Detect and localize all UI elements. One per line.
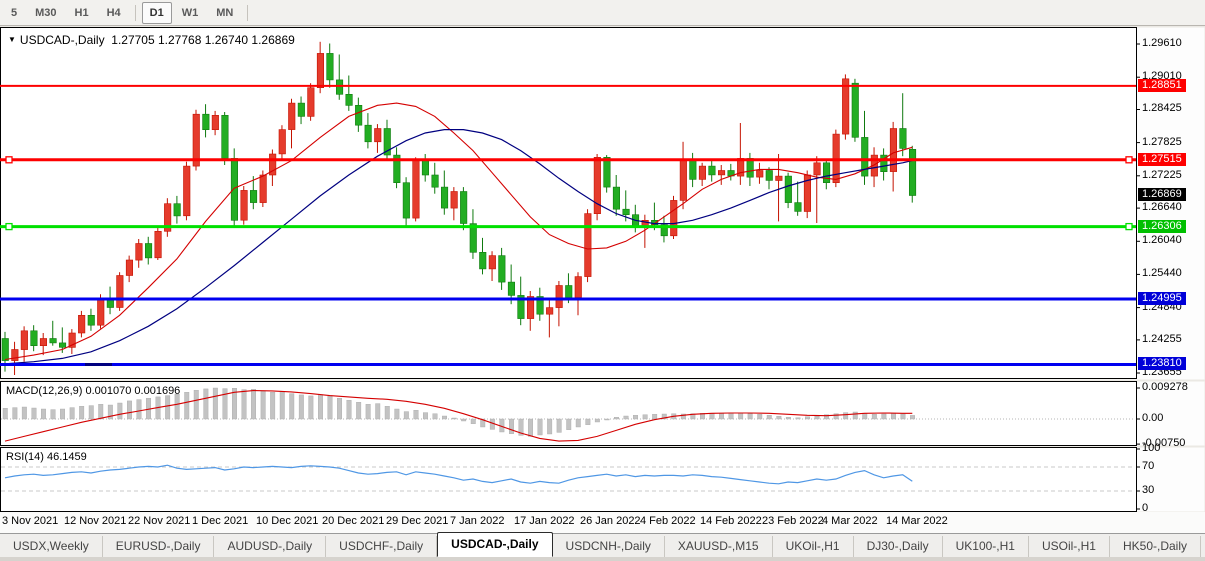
x-axis-label: 17 Jan 2022 bbox=[514, 515, 575, 527]
chart-title: ▼ USDCAD-,Daily 1.27705 1.27768 1.26740 1… bbox=[8, 33, 295, 47]
price-line-badge: 1.24995 bbox=[1138, 292, 1186, 305]
tab-usdcad-daily[interactable]: USDCAD-,Daily bbox=[437, 532, 552, 557]
panel-borders bbox=[1, 28, 1137, 512]
x-axis-label: 23 Feb 2022 bbox=[762, 515, 824, 527]
tab-usdx-weekly[interactable]: USDX,Weekly bbox=[0, 536, 103, 557]
price-line-badge: 1.26306 bbox=[1138, 220, 1186, 233]
x-axis-label: 1 Dec 2021 bbox=[192, 515, 248, 527]
price-tick-label: 1.25440 bbox=[1142, 267, 1182, 279]
x-axis-label: 4 Feb 2022 bbox=[640, 515, 696, 527]
price-tick-label: 1.26040 bbox=[1142, 234, 1182, 246]
tab-ukoil-h1[interactable]: UKOil-,H1 bbox=[773, 536, 854, 557]
x-axis-label: 14 Mar 2022 bbox=[886, 515, 948, 527]
macd-indicator-label: MACD(12,26,9) 0.001070 0.001696 bbox=[6, 385, 180, 397]
tab-usdcnh-daily[interactable]: USDCNH-,Daily bbox=[553, 536, 665, 557]
current-price-badge: 1.26869 bbox=[1138, 188, 1186, 201]
tab-eurusd-daily[interactable]: EURUSD-,Daily bbox=[103, 536, 215, 557]
tab-scroll-controls: ◂▸ bbox=[1201, 534, 1205, 557]
tab-usoil-h1[interactable]: USOil-,H1 bbox=[1029, 536, 1110, 557]
rsi-tick-label: 70 bbox=[1142, 460, 1154, 472]
tab-audusd-daily[interactable]: AUDUSD-,Daily bbox=[214, 536, 326, 557]
price-tick-label: 1.27825 bbox=[1142, 136, 1182, 148]
x-axis-label: 22 Nov 2021 bbox=[128, 515, 190, 527]
rsi-tick-label: 30 bbox=[1142, 484, 1154, 496]
x-axis-label: 3 Nov 2021 bbox=[2, 515, 58, 527]
chart-canvas[interactable] bbox=[0, 0, 1205, 561]
x-axis-label: 10 Dec 2021 bbox=[256, 515, 318, 527]
rsi-indicator-label: RSI(14) 46.1459 bbox=[6, 451, 87, 463]
rsi-indicator-value: 46.1459 bbox=[47, 451, 87, 463]
macd-indicator-values: 0.001070 0.001696 bbox=[85, 385, 180, 397]
chart-ohlc-values: 1.27705 1.27768 1.26740 1.26869 bbox=[111, 33, 295, 47]
macd-tick-label: 0.009278 bbox=[1142, 381, 1188, 393]
price-tick-label: 1.26640 bbox=[1142, 201, 1182, 213]
price-line-badge: 1.28851 bbox=[1138, 79, 1186, 92]
x-axis-label: 14 Feb 2022 bbox=[700, 515, 762, 527]
price-tick-label: 1.28425 bbox=[1142, 102, 1182, 114]
trading-terminal-window: 5M30H1H4D1W1MN ▼USDCAD-,Daily 1.27705 1.… bbox=[0, 0, 1205, 561]
rsi-tick-label: 100 bbox=[1142, 442, 1160, 454]
tab-xauusd-m15[interactable]: XAUUSD-,M15 bbox=[665, 536, 773, 557]
tab-uk100-h1[interactable]: UK100-,H1 bbox=[943, 536, 1029, 557]
tab-hk50-daily[interactable]: HK50-,Daily bbox=[1110, 536, 1201, 557]
x-axis-label: 20 Dec 2021 bbox=[322, 515, 384, 527]
chart-tab-bar: USDX,WeeklyEURUSD-,DailyAUDUSD-,DailyUSD… bbox=[0, 533, 1205, 557]
rsi-tick-label: 0 bbox=[1142, 502, 1148, 514]
price-tick-label: 1.29610 bbox=[1142, 37, 1182, 49]
x-axis-label: 7 Jan 2022 bbox=[450, 515, 504, 527]
tab-usdchf-daily[interactable]: USDCHF-,Daily bbox=[326, 536, 437, 557]
price-line-badge: 1.27515 bbox=[1138, 153, 1186, 166]
tab-dj30-daily[interactable]: DJ30-,Daily bbox=[854, 536, 943, 557]
price-tick-label: 1.24255 bbox=[1142, 333, 1182, 345]
macd-tick-label: 0.00 bbox=[1142, 412, 1163, 424]
x-axis-label: 26 Jan 2022 bbox=[580, 515, 641, 527]
price-tick-label: 1.27225 bbox=[1142, 169, 1182, 181]
x-axis-label: 12 Nov 2021 bbox=[64, 515, 126, 527]
x-axis-label: 4 Mar 2022 bbox=[822, 515, 878, 527]
status-strip bbox=[0, 557, 1205, 561]
price-line-badge: 1.23810 bbox=[1138, 357, 1186, 370]
chevron-down-icon: ▼ bbox=[8, 35, 16, 44]
x-axis-label: 29 Dec 2021 bbox=[386, 515, 448, 527]
chart-symbol-label: USDCAD-,Daily bbox=[20, 33, 105, 47]
